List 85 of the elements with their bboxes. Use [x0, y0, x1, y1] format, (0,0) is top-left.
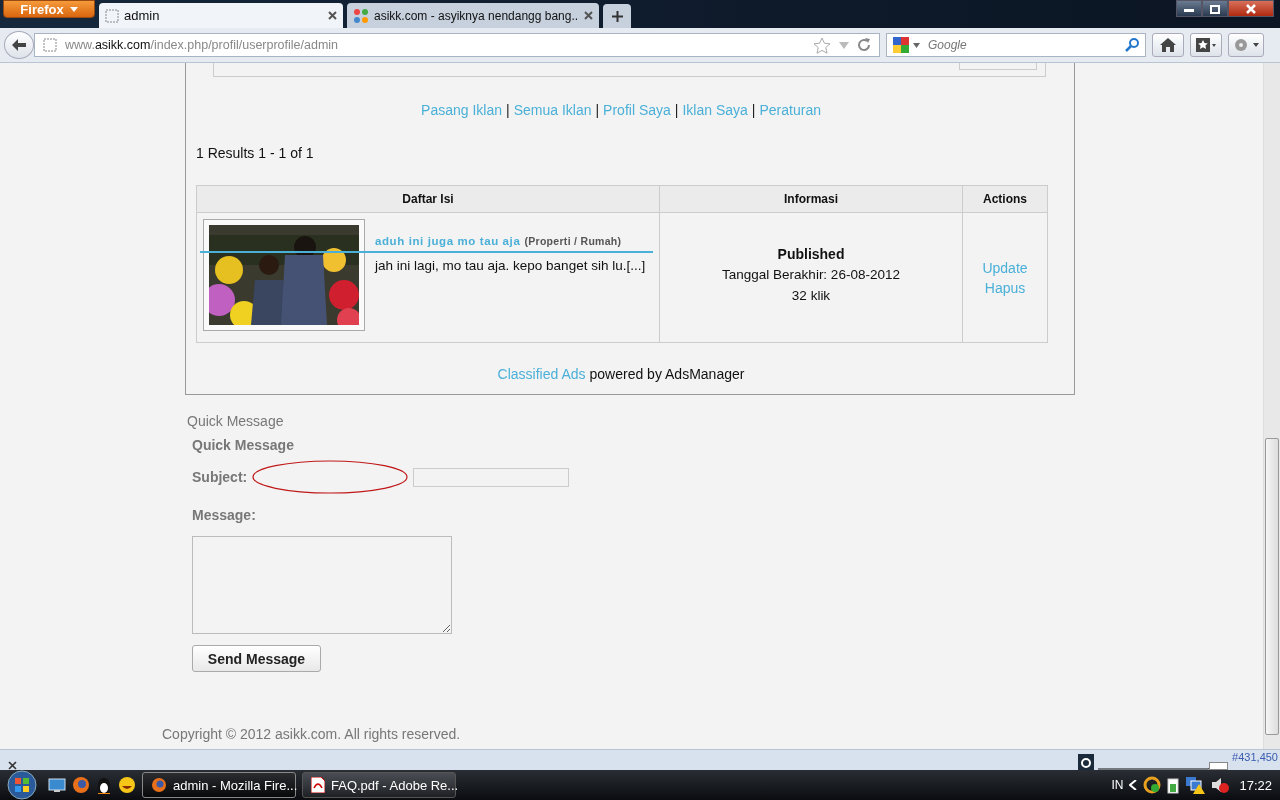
- action-link[interactable]: Hapus: [964, 279, 1046, 296]
- page-icon: [43, 38, 57, 52]
- sync-icon[interactable]: [1143, 776, 1162, 794]
- restore-icon: [1207, 2, 1223, 15]
- close-icon[interactable]: [328, 11, 337, 20]
- column-header: Daftar Isi: [196, 185, 660, 213]
- addon-button[interactable]: [1228, 33, 1264, 57]
- ad-title-link[interactable]: aduh ini juga mo tau aja: [375, 235, 521, 247]
- desktop-icon[interactable]: [48, 777, 66, 793]
- home-button[interactable]: [1152, 33, 1184, 57]
- column-header: Informasi: [659, 185, 963, 213]
- star-icon[interactable]: [813, 36, 831, 54]
- reload-icon[interactable]: [857, 38, 871, 52]
- clock[interactable]: 17:22: [1239, 777, 1272, 793]
- minimize-button[interactable]: [1176, 0, 1202, 17]
- category-text: (Properti / Rumah): [524, 235, 622, 247]
- battery-icon[interactable]: [1167, 776, 1180, 794]
- close-icon: [1243, 2, 1259, 15]
- close-button[interactable]: [1228, 0, 1274, 17]
- credit-link[interactable]: Classified Ads: [497, 366, 586, 382]
- search-icon: [1125, 38, 1139, 52]
- search-bar[interactable]: Google: [886, 33, 1146, 57]
- url-text: www.asikk.com/index.php/profil/userprofile/admin: [65, 38, 339, 52]
- status-text: Published: [776, 246, 846, 262]
- field-label: Subject:: [192, 469, 248, 485]
- taskbar-window[interactable]: FAQ.pdf - Adobe Re...: [302, 772, 456, 798]
- tab-title: asikk.com - asyiknya nendangg bang...: [374, 8, 579, 23]
- rank-icon[interactable]: [1078, 754, 1095, 770]
- plus-icon: [611, 10, 623, 22]
- smiley-icon[interactable]: [118, 776, 136, 794]
- language-indicator[interactable]: IN: [1111, 778, 1124, 792]
- dropdown-icon: [913, 42, 920, 48]
- back-button[interactable]: [4, 31, 34, 59]
- rank-text: #431,450: [1232, 751, 1278, 763]
- results-count: 1 Results 1 - 1 of 1: [196, 145, 315, 161]
- page-icon: [105, 8, 119, 23]
- star-icon: [1196, 38, 1216, 52]
- nav-link[interactable]: Profil Saya: [603, 102, 671, 118]
- credit-text: powered by AdsManager: [589, 366, 745, 382]
- separator: |: [751, 102, 756, 118]
- puzzle-logo-icon: [353, 7, 369, 24]
- send-message-button[interactable]: Send Message: [192, 645, 321, 672]
- separator: |: [506, 102, 510, 118]
- scrollbar-thumb[interactable]: [1265, 438, 1279, 735]
- scrollbar[interactable]: [1263, 63, 1280, 749]
- browser-tab[interactable]: admin: [99, 3, 343, 28]
- caret-icon: [69, 6, 78, 12]
- column-header: Actions: [962, 185, 1048, 213]
- document-icon: [311, 777, 325, 793]
- network-warning-icon[interactable]: [1185, 776, 1206, 794]
- bookmarks-button[interactable]: [1190, 33, 1222, 57]
- field-label: Message:: [192, 507, 256, 523]
- section-title: Quick Message: [187, 413, 285, 429]
- taskbar-window[interactable]: admin - Mozilla Fire...: [142, 772, 296, 798]
- close-icon[interactable]: [8, 761, 17, 770]
- subject-field[interactable]: [413, 467, 570, 487]
- globe-icon[interactable]: [72, 776, 90, 794]
- nav-link[interactable]: Iklan Saya: [682, 102, 748, 118]
- expiry-date: Tanggal Berakhir: 26-08-2012: [721, 267, 901, 282]
- globe-icon: [151, 777, 167, 793]
- ad-excerpt: jah ini lagi, mo tau aja. kepo banget sih lu.[...]: [375, 258, 647, 273]
- new-tab-button[interactable]: [603, 4, 631, 28]
- volume-muted-icon[interactable]: [1211, 776, 1230, 794]
- click-count: 32 klik: [790, 288, 832, 303]
- tab-title: admin: [124, 8, 161, 23]
- chevron-icon[interactable]: [1129, 780, 1138, 790]
- search-engine-icon: [893, 37, 909, 53]
- action-link[interactable]: Update: [964, 259, 1046, 276]
- penguin-icon[interactable]: [96, 776, 112, 794]
- close-icon[interactable]: [584, 11, 593, 20]
- nav-link[interactable]: Pasang Iklan: [421, 102, 502, 118]
- app-menu-button[interactable]: Firefox: [3, 0, 95, 18]
- nav-link[interactable]: Semua Iklan: [513, 102, 592, 118]
- form-title: Quick Message: [192, 437, 294, 453]
- address-bar[interactable]: www.asikk.com/index.php/profil/userprofile/admin: [34, 33, 880, 57]
- home-icon: [1160, 38, 1176, 52]
- restore-button[interactable]: [1202, 0, 1228, 17]
- back-arrow-icon: [11, 38, 27, 52]
- separator: |: [595, 102, 600, 118]
- rank-graph-icon: [1098, 762, 1229, 770]
- message-field[interactable]: [192, 536, 452, 634]
- separator: |: [674, 102, 679, 118]
- nav-link[interactable]: Peraturan: [759, 102, 821, 118]
- copyright-text: Copyright © 2012 asikk.com. All rights reserved.: [162, 726, 462, 742]
- browser-tab[interactable]: asikk.com - asyiknya nendangg bang...: [347, 3, 599, 28]
